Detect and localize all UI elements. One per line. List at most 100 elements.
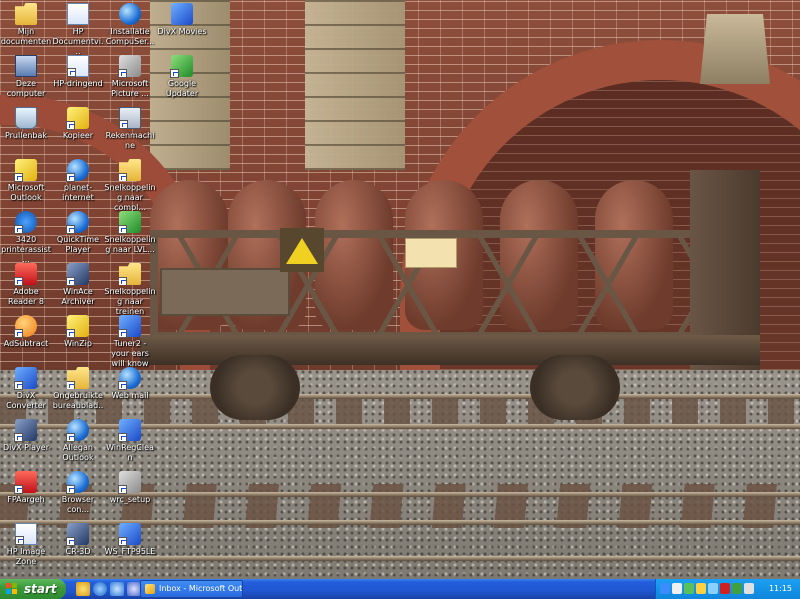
desktop-icon-winzip[interactable]: WinZip (52, 315, 104, 349)
bin-icon (15, 107, 37, 129)
volume-icon[interactable] (708, 583, 718, 594)
desktop-icon-label: Rekenmachine (105, 131, 155, 150)
desktop-icon-adsubtract[interactable]: AdSubtract (0, 315, 52, 349)
network-icon[interactable] (660, 583, 670, 594)
blue-icon (171, 3, 193, 25)
desktop-icon-label: wrc_setup (109, 495, 151, 504)
desktop-icon-hp-3420[interactable]: 3420 printerassist... (0, 211, 52, 265)
globe-icon (119, 3, 141, 25)
security-icon[interactable] (732, 583, 742, 594)
globe-icon (66, 471, 89, 494)
globe-icon (66, 419, 89, 442)
ie-icon[interactable] (110, 582, 124, 596)
desktop-icon-planet-internet[interactable]: planet-internet (52, 159, 104, 203)
globe-icon (118, 367, 141, 390)
desktop-icon-microsoft-outlook[interactable]: Microsoft Outlook (0, 159, 52, 203)
shortcut-arrow-icon (118, 485, 127, 494)
desktop-icon-hp-documentviewer[interactable]: HP Documentvi... (52, 3, 104, 57)
desktop-icon-snelkoppeling-lvl[interactable]: Snelkoppeling naar LVL... (104, 211, 156, 255)
desktop-icon-label: planet-internet (62, 183, 94, 202)
desktop-icon-label: Ongebruikte bureaublad... (52, 391, 104, 420)
arch-keystone (700, 14, 770, 84)
folder-icon (15, 3, 37, 25)
desktop-icon-winace-archiver[interactable]: WinAce Archiver (52, 263, 104, 307)
shortcut-arrow-icon (66, 485, 75, 494)
tray-app-icon[interactable] (720, 583, 730, 594)
shortcut-arrow-icon (118, 537, 127, 546)
desktop-icon-winregclean[interactable]: WinRegClean (104, 419, 156, 463)
notice-sign (405, 238, 457, 268)
desktop-icon-ws-ftp95le[interactable]: WS_FTP95LE (104, 523, 156, 557)
pc-icon (15, 55, 37, 77)
desktop-icon-label: QuickTime Player (56, 235, 100, 254)
desktop-icon-label: AdSubtract (3, 339, 49, 348)
shortcut-arrow-icon (14, 433, 23, 442)
desktop-icon-divx-player[interactable]: DivX Player (0, 419, 52, 453)
desktop-icon-kopieer[interactable]: Kopieer (52, 107, 104, 141)
desktop-icon-prullenbak[interactable]: Prullenbak (0, 107, 52, 141)
desktop-icon-fpaargeh[interactable]: FPAargeh (0, 471, 52, 505)
desktop-icon-google-updater[interactable]: Google Updater (156, 55, 208, 99)
desktop-icon-deze-computer[interactable]: Deze computer (0, 55, 52, 99)
desktop-icon-microsoft-picture[interactable]: Microsoft Picture ... (104, 55, 156, 99)
desktop-icon-wrc-setup[interactable]: wrc_setup (104, 471, 156, 505)
desktop-icon-label: HP Image Zone (6, 547, 46, 566)
tray-app-icon[interactable] (684, 583, 694, 594)
shortcut-arrow-icon (14, 225, 23, 234)
shortcut-arrow-icon (119, 277, 127, 285)
calc-icon (119, 107, 141, 129)
outlook-icon[interactable] (76, 582, 90, 596)
desktop-icon-hp-image-zone[interactable]: HP Image Zone (0, 523, 52, 567)
desktop-icon-label: Deze computer (6, 79, 46, 98)
desktop-icon-cr-3d[interactable]: CR-3D (52, 523, 104, 557)
red-icon (14, 471, 37, 494)
shortcut-arrow-icon (118, 69, 127, 78)
stone-pillar (305, 0, 405, 170)
green-icon (118, 211, 141, 234)
desktop-icon-label: 3420 printerassist... (1, 235, 51, 264)
task-button-label: Inbox - Microsoft Out... (159, 584, 243, 593)
globe-icon (66, 211, 89, 234)
desktop-icon-label: Installatie CompuSer... (105, 27, 155, 46)
desktop-icon-label: WinZip (64, 339, 92, 348)
blue-icon (118, 523, 141, 546)
desktop-icon-installatie-compuserve[interactable]: Installatie CompuSer... (104, 3, 156, 47)
desktop-icon-web-mail[interactable]: Web mail (104, 367, 156, 401)
docs-icon (67, 55, 89, 77)
desktop-icon-divx-converter[interactable]: DivX Converter (0, 367, 52, 411)
desktop-icon-label: WS_FTP95LE (104, 547, 156, 556)
shortcut-arrow-icon (119, 173, 127, 181)
desktop-icon-mijn-documenten[interactable]: Mijn documenten (0, 3, 52, 47)
task-button-inbox[interactable]: Inbox - Microsoft Out... (140, 580, 243, 598)
desktop-icon-snelkoppeling-treinen[interactable]: Snelkoppeling naar treinen (104, 263, 156, 317)
desktop-icon-adobe-reader[interactable]: Adobe Reader 8 (0, 263, 52, 307)
show-desktop-icon[interactable] (127, 582, 141, 596)
desktop-icon-allegan-outlook[interactable]: Allegan Outlook (52, 419, 104, 463)
desktop-icon-label: Google Updater (165, 79, 199, 98)
outlook-icon (145, 584, 155, 594)
start-button[interactable]: start (0, 579, 66, 599)
shortcut-arrow-icon (118, 381, 127, 390)
warning-sign (280, 228, 324, 272)
tray-app-icon[interactable] (672, 583, 682, 594)
desktop-icon-tuner2[interactable]: Tuner2 - your ears will know (104, 315, 156, 369)
desktop-icon-divx-movies[interactable]: DivX Movies (156, 3, 208, 37)
desktop-icon-label: WinRegClean (106, 443, 154, 462)
wagon-plate (160, 268, 290, 316)
internet-explorer-icon[interactable] (93, 582, 107, 596)
desktop-icon-snelkoppeling-complex[interactable]: Snelkoppeling naar compl... (104, 159, 156, 213)
desktop-icon-label: DivX Converter (6, 391, 46, 410)
desktop-icon-label: HP Documentvi... (52, 27, 104, 56)
tray-app-icon[interactable] (744, 583, 754, 594)
desktop-icon-rekenmachine[interactable]: Rekenmachine (104, 107, 156, 151)
desktop-icon-browser-con[interactable]: Browser con... (52, 471, 104, 515)
clock[interactable]: 11:15 (769, 579, 792, 599)
desktop-icon-ongebruikte-bureaublad[interactable]: Ongebruikte bureaublad... (52, 367, 104, 421)
desktop-icon-hp-dringend[interactable]: HP-dringend (52, 55, 104, 89)
desktop-icon-quicktime-player[interactable]: QuickTime Player (52, 211, 104, 255)
desktop-icon-label: Snelkoppeling naar LVL... (104, 235, 156, 254)
shortcut-arrow-icon (66, 537, 75, 546)
tray-app-icon[interactable] (696, 583, 706, 594)
shortcut-arrow-icon (118, 433, 127, 442)
desktop-icon-label: Kopieer (62, 131, 94, 140)
